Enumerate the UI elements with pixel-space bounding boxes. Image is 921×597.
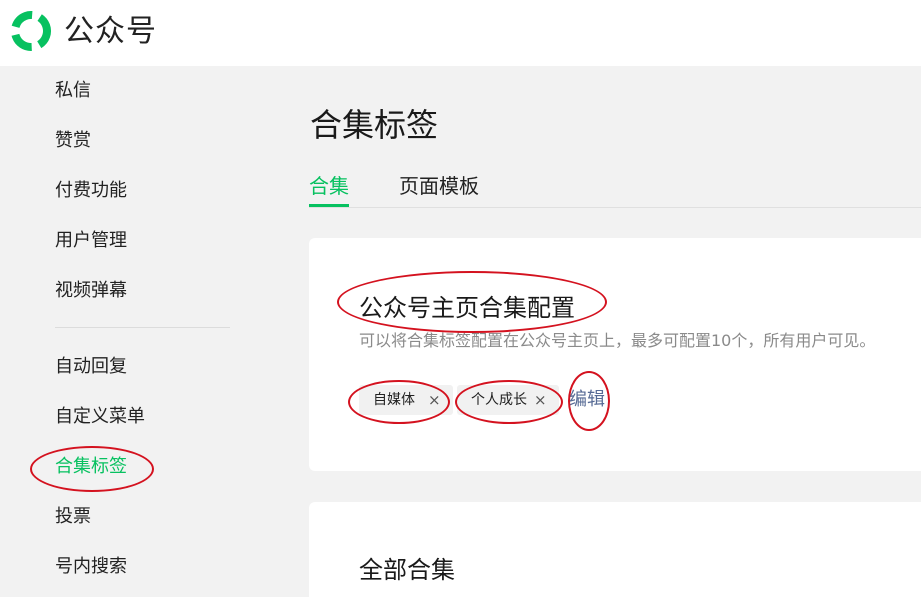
main-content: 合集标签 合集 页面模板 公众号主页合集配置 可以将合集标签配置在公众号主页上，… — [262, 66, 921, 597]
sidebar-item-private-message[interactable]: 私信 — [55, 79, 91, 103]
sidebar-item-paid-features[interactable]: 付费功能 — [55, 179, 127, 203]
tab-page-templates[interactable]: 页面模板 — [399, 172, 479, 200]
tag-chip-zimeiti[interactable]: 自媒体 × — [359, 385, 453, 415]
wechat-official-account-logo-icon[interactable] — [10, 10, 52, 52]
tab-collections[interactable]: 合集 — [309, 172, 349, 200]
sidebar-divider — [55, 327, 230, 328]
brand-name[interactable]: 公众号 — [64, 13, 157, 51]
homepage-config-title: 公众号主页合集配置 — [359, 294, 575, 322]
top-bar: 公众号 — [0, 0, 921, 66]
sidebar-item-custom-menu[interactable]: 自定义菜单 — [55, 405, 145, 429]
sidebar-item-reward[interactable]: 赞赏 — [55, 129, 91, 153]
sidebar-item-video-danmaku[interactable]: 视频弹幕 — [55, 279, 127, 303]
sidebar-item-auto-reply[interactable]: 自动回复 — [55, 355, 127, 379]
all-collections-title: 全部合集 — [359, 556, 455, 584]
homepage-collection-config-card: 公众号主页合集配置 可以将合集标签配置在公众号主页上，最多可配置10个，所有用户… — [309, 238, 921, 471]
sidebar-item-collection-tags[interactable]: 合集标签 — [55, 455, 127, 479]
tabs-divider — [309, 207, 921, 208]
tag-chip-personal-growth[interactable]: 个人成长 × — [457, 385, 559, 415]
page-title: 合集标签 — [310, 106, 439, 144]
close-icon[interactable]: × — [428, 385, 441, 415]
sidebar-item-user-management[interactable]: 用户管理 — [55, 229, 127, 253]
sidebar-item-in-account-search[interactable]: 号内搜索 — [55, 555, 127, 579]
homepage-config-description: 可以将合集标签配置在公众号主页上，最多可配置10个，所有用户可见。 — [359, 331, 876, 350]
all-collections-card: 全部合集 — [309, 502, 921, 597]
active-tab-indicator — [309, 204, 349, 207]
close-icon[interactable]: × — [534, 385, 547, 415]
edit-tags-link[interactable]: 编辑 — [569, 386, 605, 414]
sidebar-nav: 私信 赞赏 付费功能 用户管理 视频弹幕 自动回复 自定义菜单 合集标签 投票 … — [0, 66, 262, 597]
tag-chip-label: 自媒体 — [373, 392, 415, 408]
tag-chip-label: 个人成长 — [471, 392, 527, 408]
sidebar-item-vote[interactable]: 投票 — [55, 505, 91, 529]
